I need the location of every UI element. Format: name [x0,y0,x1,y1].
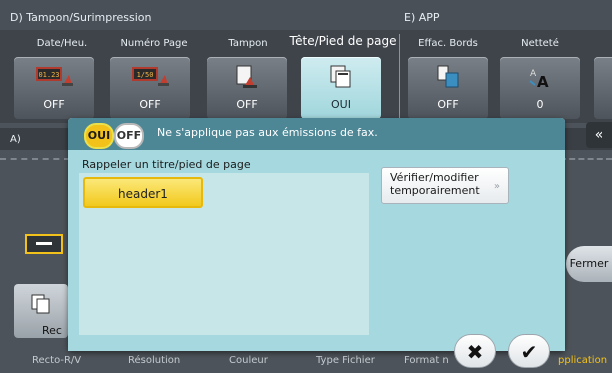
ok-button[interactable]: ✔ [508,334,550,368]
dialog-title-bar: OUI OFF Ne s'applique pas aux émissions … [68,118,565,150]
bottom-item-application[interactable]: pplication [558,355,607,366]
tile-recto-verso[interactable]: Rec [14,284,68,338]
verify-label-line1: Vérifier/modifier [390,171,479,184]
tile-value: OFF [43,98,65,111]
tile-page-number[interactable]: 1/50 OFF [110,57,190,119]
close-x-icon: ✖ [466,340,484,364]
check-icon: ✔ [520,340,538,364]
tile-header-footer[interactable]: OUI [301,57,381,119]
bottom-item-type-fichier[interactable]: Type Fichier [316,355,375,366]
header-footer-icon [328,65,354,93]
off-toggle[interactable]: OFF [114,123,144,149]
section-a-label: A) [10,134,21,145]
tile-title-date: Date/Heu. [36,38,88,49]
tile-title-frame-erase: Effac. Bords [418,38,478,49]
bottom-item-resolution[interactable]: Résolution [128,355,180,366]
strip-left [0,158,70,180]
on-toggle[interactable]: OUI [84,123,114,149]
close-button[interactable]: Fermer [566,246,612,282]
stamp-icon [234,65,260,93]
tile-value: OUI [331,98,351,111]
function-header: D) Tampon/Surimpression E) APP [0,0,612,30]
double-chevron-right-icon: » [493,181,500,192]
tile-title-stamp: Tampon [228,38,268,49]
page-number-icon: 1/50 [131,65,169,91]
bottom-item-recto[interactable]: Recto-R/V [32,355,81,366]
cancel-button[interactable]: ✖ [454,334,496,368]
tile-value: 0 [536,98,544,111]
bottom-item-format[interactable]: Format n [404,355,449,366]
recall-list-label: Rappeler un titre/pied de page [82,158,251,171]
tile-title-page-number: Numéro Page [120,38,188,49]
tile-more[interactable] [594,57,612,119]
sharpness-icon: AA [526,65,554,93]
svg-text:A: A [530,69,537,79]
bottom-item-couleur[interactable]: Couleur [229,355,268,366]
recto-tile-label: Rec [42,324,62,337]
bg-indicator-icon [25,234,63,254]
tile-value: OFF [236,98,258,111]
svg-text:A: A [537,73,549,89]
tile-date-time[interactable]: 01.23 OFF [14,57,94,119]
tile-frame-erase[interactable]: OFF [408,57,488,119]
verify-edit-temporary-button[interactable]: Vérifier/modifier temporairement » [381,167,509,204]
svg-text:1/50: 1/50 [137,71,154,79]
section-e-label: E) APP [404,11,440,24]
date-time-stamp-icon: 01.23 [35,65,73,91]
tile-value: OFF [139,98,161,111]
tile-title-header-footer: Tête/Pied de page [289,34,397,48]
verify-label-line2: temporairement [390,184,480,197]
list-item-header1[interactable]: header1 [83,177,203,208]
frame-erase-icon [435,65,461,93]
double-chevron-left-icon[interactable]: « [586,122,612,148]
section-d-label: D) Tampon/Surimpression [10,11,152,24]
fax-notice: Ne s'applique pas aux émissions de fax. [157,126,378,139]
tile-sharpness[interactable]: AA 0 [500,57,580,119]
duplex-icon [30,294,52,318]
strip-right [560,158,612,180]
tile-title-sharpness: Netteté [521,38,559,49]
header-footer-dialog: OUI OFF Ne s'applique pas aux émissions … [68,118,565,368]
section-divider [399,34,400,124]
svg-text:01.23: 01.23 [38,71,59,79]
tile-value: OFF [437,98,459,111]
tile-stamp[interactable]: OFF [207,57,287,119]
